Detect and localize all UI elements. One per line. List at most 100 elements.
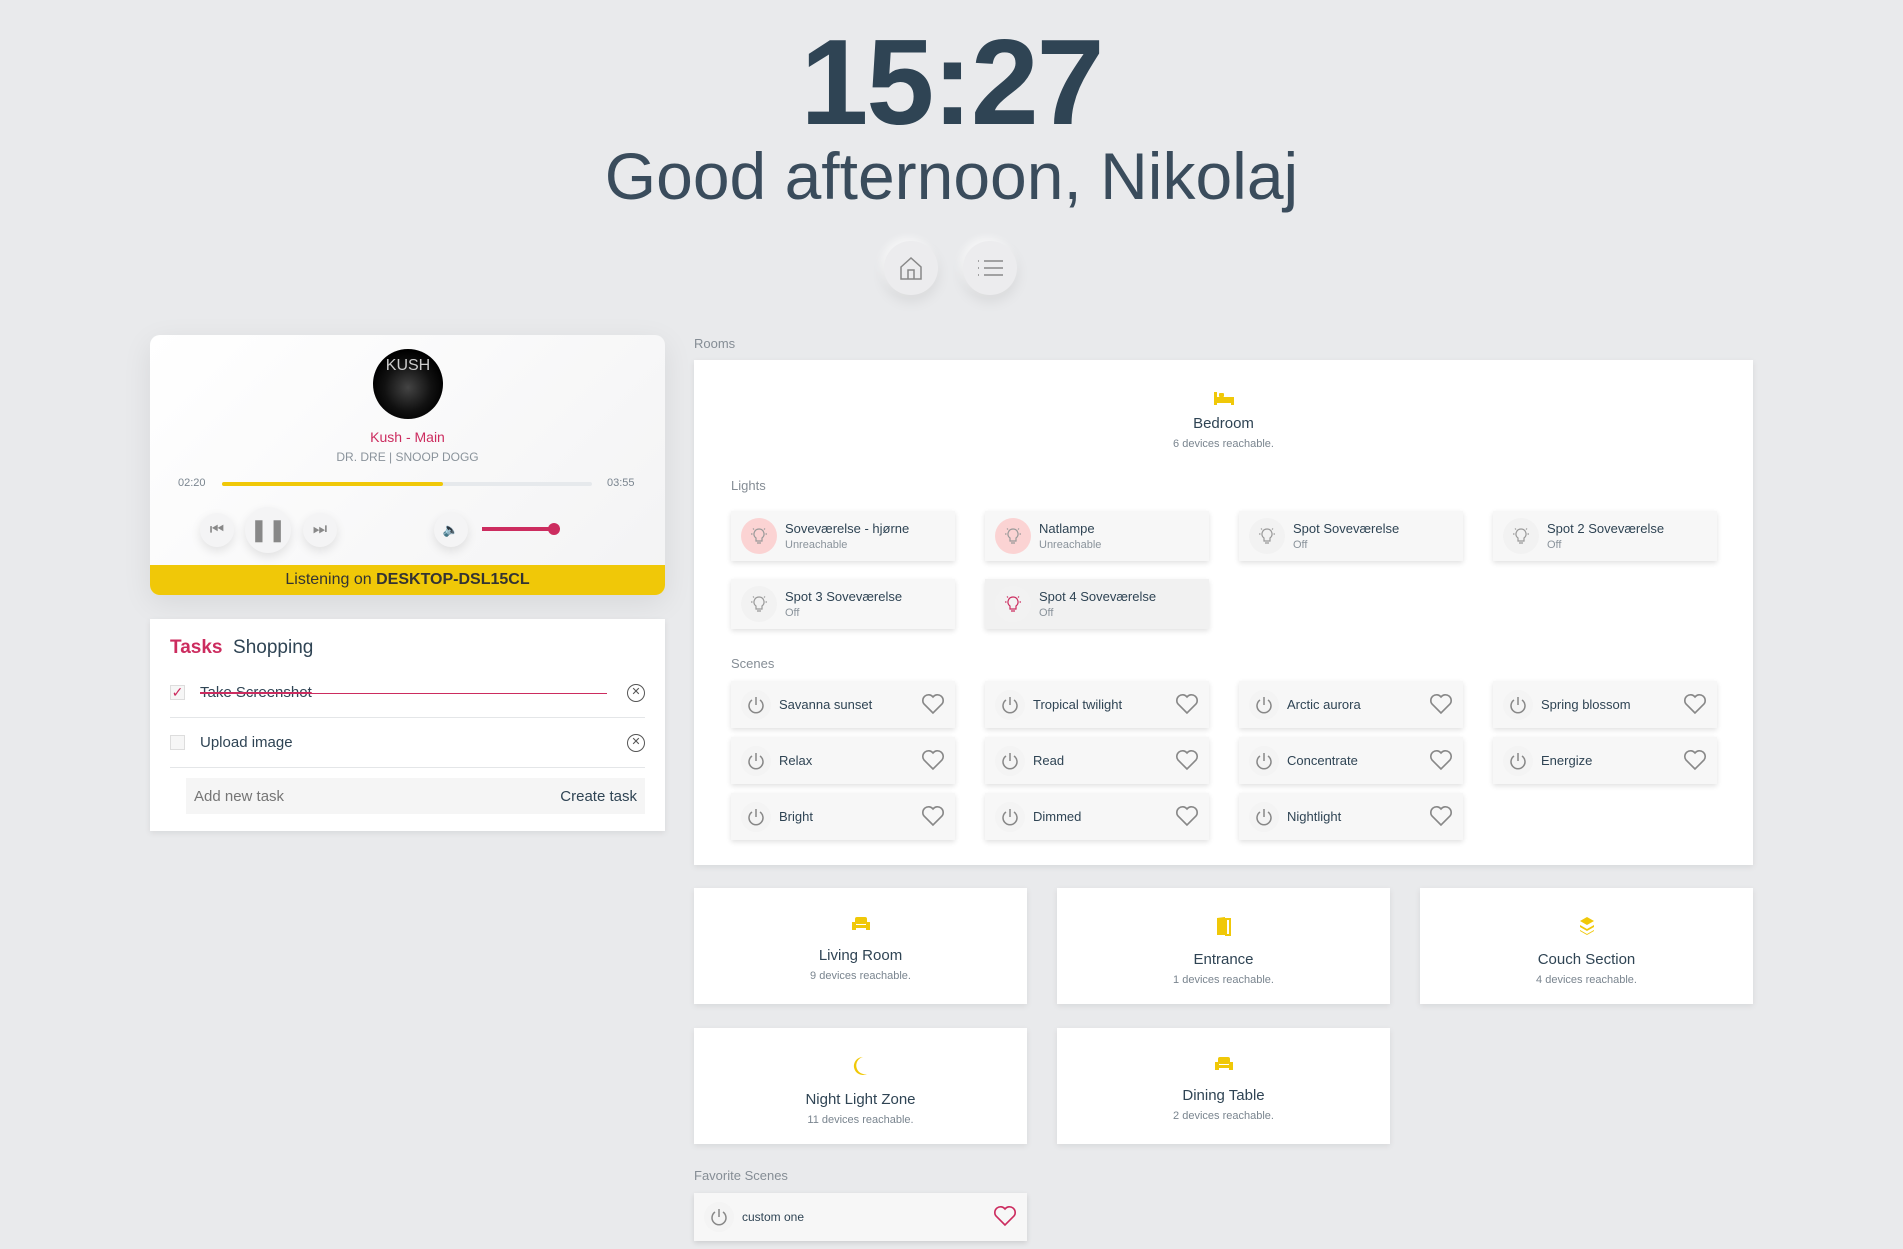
- scene-tile[interactable]: Concentrate: [1239, 737, 1463, 784]
- room-card[interactable]: Night Light Zone 11 devices reachable.: [694, 1028, 1027, 1144]
- scene-tile[interactable]: Savanna sunset: [731, 681, 955, 728]
- duration-time: 03:55: [607, 477, 635, 489]
- rooms-grid: Living Room 9 devices reachable. Entrance 1…: [694, 888, 1753, 1144]
- light-status: Off: [1547, 539, 1562, 551]
- scene-tile[interactable]: Arctic aurora: [1239, 681, 1463, 728]
- scene-name: custom one: [742, 1210, 805, 1224]
- volume-fill: [482, 523, 560, 535]
- heart-icon[interactable]: [1429, 693, 1453, 715]
- scene-name: Savanna sunset: [779, 697, 873, 712]
- room-status: 11 devices reachable.: [807, 1114, 914, 1126]
- create-task-button[interactable]: Create task: [560, 788, 637, 805]
- listening-prefix: Listening on: [285, 571, 372, 588]
- scene-name: Nightlight: [1287, 809, 1342, 824]
- list-button[interactable]: [963, 241, 1017, 295]
- next-button[interactable]: ⏭: [303, 513, 337, 547]
- room-card[interactable]: Entrance 1 devices reachable.: [1057, 888, 1390, 1004]
- scene-tile[interactable]: Relax: [731, 737, 955, 784]
- scene-tile[interactable]: Tropical twilight: [985, 681, 1209, 728]
- volume-knob[interactable]: [548, 523, 560, 535]
- room-status: 4 devices reachable.: [1536, 974, 1637, 986]
- scene-name: Relax: [779, 753, 813, 768]
- room-card[interactable]: Dining Table 2 devices reachable.: [1057, 1028, 1390, 1144]
- delete-task-button[interactable]: ✕: [627, 683, 645, 702]
- scene-tile[interactable]: Dimmed: [985, 793, 1209, 840]
- clock: 15:27: [800, 14, 1104, 150]
- scene-tile[interactable]: Nightlight: [1239, 793, 1463, 840]
- scene-name: Read: [1033, 753, 1065, 768]
- heart-icon[interactable]: [921, 749, 945, 771]
- elapsed-time: 02:20: [178, 477, 206, 489]
- light-status: Unreachable: [1039, 539, 1102, 551]
- light-tile[interactable]: Soveværelse - hjørne Unreachable: [731, 511, 955, 561]
- heart-icon[interactable]: [1429, 805, 1453, 827]
- task-checkbox[interactable]: ✓: [170, 685, 185, 700]
- scene-name: Energize: [1541, 753, 1593, 768]
- task-checkbox[interactable]: [170, 735, 185, 750]
- progress-fill: [222, 482, 443, 486]
- lightbulb-icon: [751, 528, 767, 544]
- heart-icon[interactable]: [1175, 749, 1199, 771]
- sofa-icon: [851, 917, 871, 936]
- home-button[interactable]: [884, 241, 938, 295]
- heart-icon[interactable]: [1175, 693, 1199, 715]
- track-title: Kush - Main: [370, 429, 445, 445]
- power-icon: [748, 808, 764, 825]
- room-status: 1 devices reachable.: [1173, 974, 1274, 986]
- heart-icon[interactable]: [1429, 749, 1453, 771]
- tab-shopping[interactable]: Shopping: [233, 637, 313, 658]
- power-icon: [1256, 808, 1272, 825]
- light-tile[interactable]: Spot 2 Soveværelse Off: [1493, 511, 1717, 561]
- light-status: Unreachable: [785, 539, 848, 551]
- light-tile[interactable]: Spot 3 Soveværelse Off: [731, 579, 955, 629]
- scene-tile[interactable]: Energize: [1493, 737, 1717, 784]
- light-status: Off: [785, 607, 800, 619]
- task-label: Upload image: [200, 734, 293, 751]
- lights-label: Lights: [731, 478, 766, 493]
- door-icon: [1215, 917, 1233, 940]
- light-tile[interactable]: Natlampe Unreachable: [985, 511, 1209, 561]
- list-icon: [978, 260, 1003, 276]
- pause-button[interactable]: ❚❚: [245, 507, 291, 553]
- home-icon: [900, 256, 922, 280]
- scene-name: Concentrate: [1287, 753, 1358, 768]
- light-status: Off: [1293, 539, 1308, 551]
- light-name: Spot 2 Soveværelse: [1547, 521, 1665, 536]
- tab-tasks[interactable]: Tasks: [170, 637, 222, 658]
- scene-tile[interactable]: Read: [985, 737, 1209, 784]
- progress-bar[interactable]: [222, 482, 592, 486]
- delete-task-button[interactable]: ✕: [627, 733, 645, 752]
- light-name: Spot 3 Soveværelse: [785, 589, 903, 604]
- room-name: Living Room: [818, 947, 903, 964]
- new-task-input[interactable]: [194, 787, 561, 805]
- lightbulb-icon: [751, 596, 767, 612]
- heart-icon[interactable]: [921, 693, 945, 715]
- volume-icon: 🔈: [442, 522, 460, 537]
- layers-icon: [1578, 917, 1596, 940]
- heart-icon[interactable]: [1683, 693, 1707, 715]
- scene-name: Spring blossom: [1541, 697, 1631, 712]
- scene-tile[interactable]: Spring blossom: [1493, 681, 1717, 728]
- heart-icon[interactable]: [921, 805, 945, 827]
- room-card-bedroom[interactable]: Bedroom 6 devices reachable. Lights Sove…: [694, 360, 1753, 865]
- favorite-scene-tile[interactable]: custom one: [694, 1193, 1027, 1241]
- room-name: Entrance: [1193, 951, 1254, 968]
- heart-icon[interactable]: [1175, 805, 1199, 827]
- moon-icon: [852, 1056, 870, 1080]
- previous-button[interactable]: ⏮: [200, 513, 234, 547]
- light-tile[interactable]: Spot Soveværelse Off: [1239, 511, 1463, 561]
- scene-tile[interactable]: Bright: [731, 793, 955, 840]
- room-card[interactable]: Living Room 9 devices reachable.: [694, 888, 1027, 1004]
- light-name: Soveværelse - hjørne: [785, 521, 910, 536]
- light-tile[interactable]: Spot 4 Soveværelse Off: [985, 579, 1209, 629]
- volume-slider[interactable]: [482, 523, 560, 535]
- room-card[interactable]: Couch Section 4 devices reachable.: [1420, 888, 1753, 1004]
- light-name: Spot Soveværelse: [1293, 521, 1400, 536]
- room-name: Bedroom: [1193, 415, 1254, 432]
- task-label: Take Screenshot: [200, 684, 627, 701]
- mute-button[interactable]: 🔈: [434, 513, 468, 547]
- light-status: Off: [1039, 607, 1054, 619]
- heart-icon[interactable]: [1683, 749, 1707, 771]
- heart-icon[interactable]: [993, 1205, 1017, 1227]
- favorite-scenes-list: custom one: [694, 1193, 1027, 1241]
